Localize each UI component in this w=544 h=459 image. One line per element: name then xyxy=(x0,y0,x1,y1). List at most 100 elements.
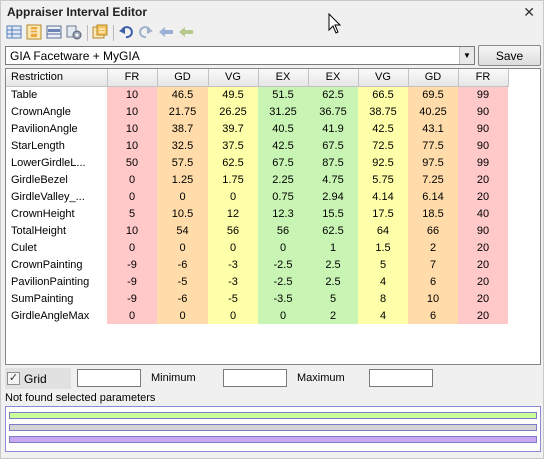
table-row[interactable]: Table 10 46.5 49.5 51.5 62.5 66.5 69.5 99 xyxy=(6,86,508,103)
interval-value-cell[interactable]: -9 xyxy=(107,290,157,307)
interval-value-cell[interactable]: 8 xyxy=(358,290,408,307)
interval-value-cell[interactable]: 37.5 xyxy=(208,137,258,154)
interval-value-cell[interactable]: 39.7 xyxy=(208,120,258,137)
grid-checkbox-group[interactable]: ✓ Grid xyxy=(5,368,71,389)
close-icon[interactable]: ✕ xyxy=(523,4,535,21)
interval-value-cell[interactable]: 54 xyxy=(157,222,208,239)
forward-arrow-icon[interactable] xyxy=(177,23,195,41)
interval-value-cell[interactable]: 4.14 xyxy=(358,188,408,205)
restriction-name-cell[interactable]: SumPainting xyxy=(6,290,107,307)
interval-value-cell[interactable]: 2.5 xyxy=(308,273,358,290)
interval-value-cell[interactable]: -2.5 xyxy=(258,256,308,273)
interval-value-cell[interactable]: 10 xyxy=(107,120,157,137)
table-row[interactable]: StarLength 10 32.5 37.5 42.5 67.5 72.5 77.5 90 xyxy=(6,137,508,154)
interval-value-cell[interactable]: 31.25 xyxy=(258,103,308,120)
restriction-name-cell[interactable]: Culet xyxy=(6,239,107,256)
interval-value-cell[interactable]: 38.75 xyxy=(358,103,408,120)
restriction-name-cell[interactable]: Table xyxy=(6,86,107,103)
interval-value-cell[interactable]: 99 xyxy=(458,154,508,171)
interval-value-cell[interactable]: 12 xyxy=(208,205,258,222)
interval-value-cell[interactable]: 10 xyxy=(107,137,157,154)
interval-value-cell[interactable]: 4.75 xyxy=(308,171,358,188)
interval-value-cell[interactable]: 40 xyxy=(458,205,508,222)
interval-value-cell[interactable]: 0 xyxy=(208,188,258,205)
interval-value-cell[interactable]: 4 xyxy=(358,273,408,290)
column-header[interactable]: VG xyxy=(208,69,259,87)
redo-icon[interactable] xyxy=(137,23,155,41)
column-header[interactable]: FR xyxy=(458,69,509,87)
interval-value-cell[interactable]: 62.5 xyxy=(308,222,358,239)
interval-value-cell[interactable]: 67.5 xyxy=(258,154,308,171)
interval-value-cell[interactable]: 20 xyxy=(458,256,508,273)
interval-value-cell[interactable]: 10.5 xyxy=(157,205,208,222)
interval-value-cell[interactable]: 90 xyxy=(458,103,508,120)
rows-icon[interactable] xyxy=(45,23,63,41)
restriction-name-cell[interactable]: PavilionAngle xyxy=(6,120,107,137)
interval-value-cell[interactable]: 20 xyxy=(458,307,508,324)
interval-value-cell[interactable]: 64 xyxy=(358,222,408,239)
interval-value-cell[interactable]: 42.5 xyxy=(258,137,308,154)
grid-value-field[interactable] xyxy=(77,369,141,387)
interval-value-cell[interactable]: 0 xyxy=(208,307,258,324)
table-row[interactable]: CrownPainting -9 -6 -3 -2.5 2.5 5 7 20 xyxy=(6,256,508,273)
interval-value-cell[interactable]: 40.5 xyxy=(258,120,308,137)
interval-value-cell[interactable]: 67.5 xyxy=(308,137,358,154)
interval-value-cell[interactable]: 20 xyxy=(458,290,508,307)
restriction-name-cell[interactable]: CrownPainting xyxy=(6,256,107,273)
interval-value-cell[interactable]: 42.5 xyxy=(358,120,408,137)
interval-value-cell[interactable]: 21.75 xyxy=(157,103,208,120)
interval-value-cell[interactable]: 1.5 xyxy=(358,239,408,256)
column-header[interactable]: EX xyxy=(308,69,359,87)
interval-value-cell[interactable]: 2 xyxy=(408,239,458,256)
restriction-name-cell[interactable]: PavilionPainting xyxy=(6,273,107,290)
restriction-name-cell[interactable]: GirdleValley_... xyxy=(6,188,107,205)
interval-value-cell[interactable]: 12.3 xyxy=(258,205,308,222)
interval-value-cell[interactable]: -6 xyxy=(157,290,208,307)
interval-value-cell[interactable]: 0 xyxy=(157,307,208,324)
interval-value-cell[interactable]: 10 xyxy=(408,290,458,307)
interval-value-cell[interactable]: 4 xyxy=(358,307,408,324)
column-header[interactable]: EX xyxy=(258,69,309,87)
interval-value-cell[interactable]: 6.14 xyxy=(408,188,458,205)
interval-value-cell[interactable]: 20 xyxy=(458,239,508,256)
preset-dropdown[interactable]: GIA Facetware + MyGIA ▼ xyxy=(5,46,475,65)
minimum-field[interactable] xyxy=(223,369,287,387)
interval-value-cell[interactable]: 56 xyxy=(208,222,258,239)
interval-value-cell[interactable]: 2.5 xyxy=(308,256,358,273)
interval-value-cell[interactable]: 0 xyxy=(107,188,157,205)
interval-value-cell[interactable]: 1.25 xyxy=(157,171,208,188)
interval-value-cell[interactable]: 38.7 xyxy=(157,120,208,137)
interval-value-cell[interactable]: 66.5 xyxy=(358,86,408,103)
column-header[interactable]: GD xyxy=(408,69,459,87)
interval-value-cell[interactable]: 66 xyxy=(408,222,458,239)
interval-value-cell[interactable]: 0 xyxy=(208,239,258,256)
interval-value-cell[interactable]: 62.5 xyxy=(208,154,258,171)
interval-value-cell[interactable]: 7 xyxy=(408,256,458,273)
interval-value-cell[interactable]: 20 xyxy=(458,273,508,290)
interval-value-cell[interactable]: 90 xyxy=(458,120,508,137)
interval-value-cell[interactable]: 99 xyxy=(458,86,508,103)
interval-value-cell[interactable]: 17.5 xyxy=(358,205,408,222)
interval-value-cell[interactable]: 6 xyxy=(408,307,458,324)
interval-value-cell[interactable]: -5 xyxy=(157,273,208,290)
table-row[interactable]: CrownAngle 10 21.75 26.25 31.25 36.75 38.75 40.… xyxy=(6,103,508,120)
table-row[interactable]: GirdleAngleMax 0 0 0 0 2 4 6 20 xyxy=(6,307,508,324)
interval-value-cell[interactable]: 51.5 xyxy=(258,86,308,103)
interval-value-cell[interactable]: 50 xyxy=(107,154,157,171)
interval-value-cell[interactable]: 32.5 xyxy=(157,137,208,154)
restriction-name-cell[interactable]: CrownHeight xyxy=(6,205,107,222)
interval-value-cell[interactable]: 36.75 xyxy=(308,103,358,120)
grid-view-icon[interactable] xyxy=(5,23,23,41)
column-header[interactable]: GD xyxy=(157,69,209,87)
interval-grid[interactable]: Restriction FR GD VG EX EX VG GD FR Tabl… xyxy=(5,68,541,365)
restriction-name-cell[interactable]: GirdleBezel xyxy=(6,171,107,188)
interval-value-cell[interactable]: 2 xyxy=(308,307,358,324)
interval-value-cell[interactable]: 2.94 xyxy=(308,188,358,205)
interval-value-cell[interactable]: 62.5 xyxy=(308,86,358,103)
interval-value-cell[interactable]: -2.5 xyxy=(258,273,308,290)
interval-value-cell[interactable]: 0 xyxy=(157,188,208,205)
column-header[interactable]: FR xyxy=(107,69,158,87)
table-row[interactable]: Culet 0 0 0 0 1 1.5 2 20 xyxy=(6,239,508,256)
interval-value-cell[interactable]: -9 xyxy=(107,256,157,273)
save-button[interactable]: Save xyxy=(478,45,541,66)
